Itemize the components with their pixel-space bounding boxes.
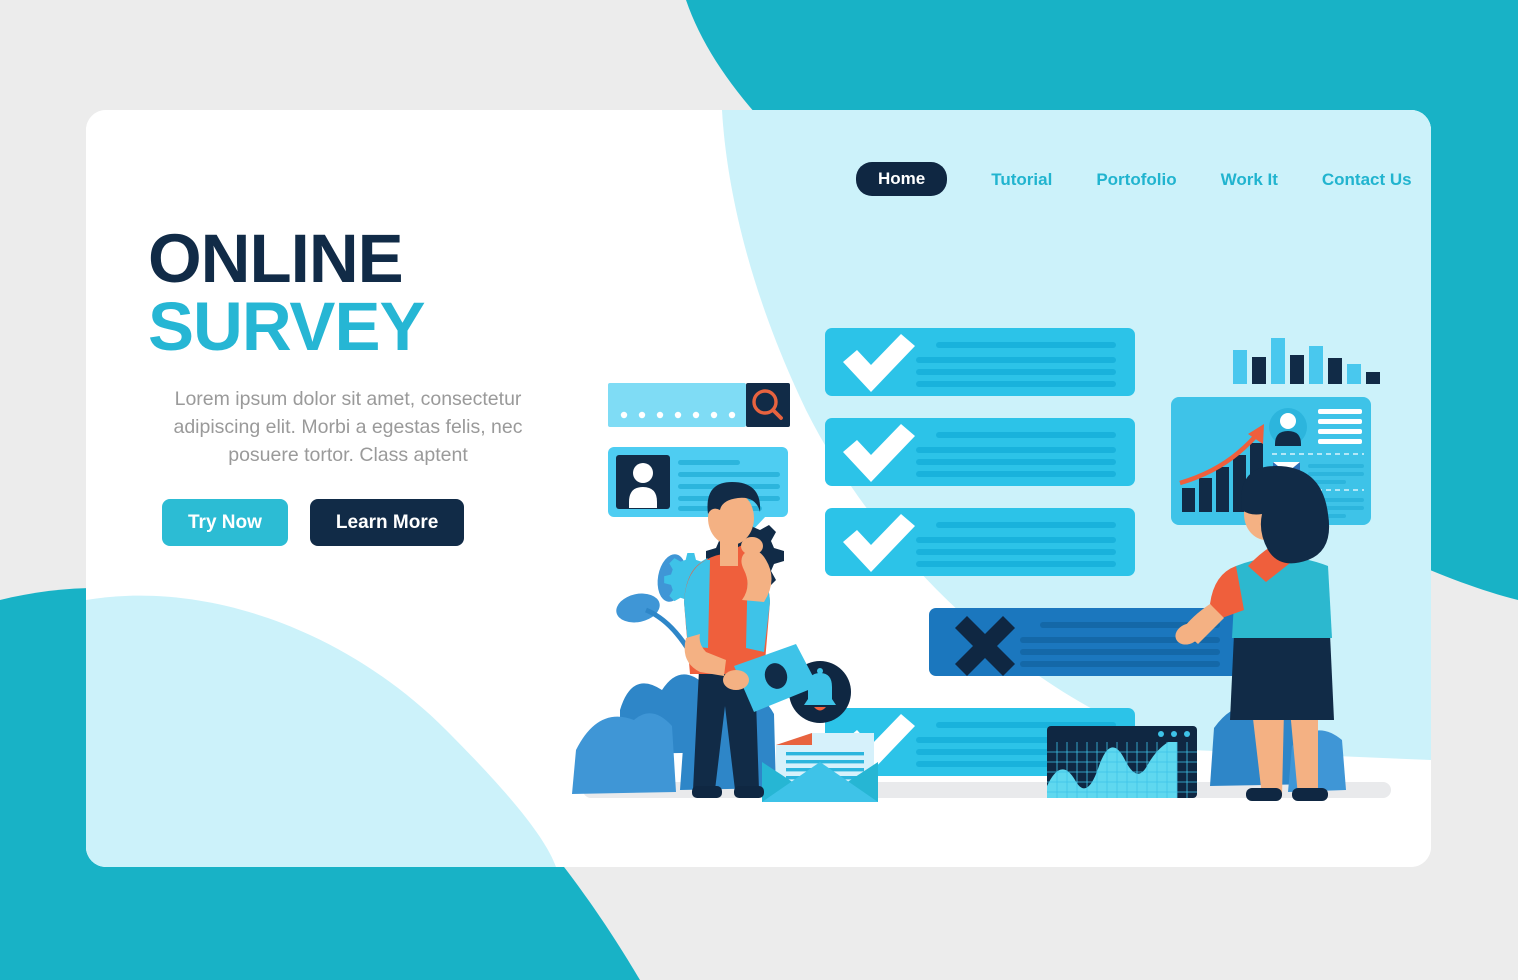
try-now-button[interactable]: Try Now [162, 499, 288, 547]
female-shoe-left [1246, 788, 1282, 801]
male-shoe-right [734, 786, 764, 798]
survey-card-check-3[interactable] [825, 508, 1135, 576]
nav-item-work-it[interactable]: Work It [1221, 171, 1278, 188]
document-corner [776, 733, 812, 745]
male-hand-left [723, 670, 749, 690]
nav-item-tutorial[interactable]: Tutorial [991, 171, 1052, 188]
learn-more-button[interactable]: Learn More [309, 499, 465, 547]
nav-item-home[interactable]: Home [856, 162, 948, 196]
hero-paragraph: Lorem ipsum dolor sit amet, consectetur … [173, 388, 523, 466]
page-title-line-1: ONLINE [148, 220, 404, 297]
dashboard-avatar [1269, 408, 1307, 446]
survey-card-check-2[interactable] [825, 418, 1135, 486]
page-root: Home Tutorial Portofolio Work It Contact… [0, 0, 1518, 980]
survey-card-check-1[interactable] [825, 328, 1135, 396]
main-navigation: Home Tutorial Portofolio Work It Contact… [856, 162, 1412, 196]
window-controls [1158, 731, 1190, 737]
hero-button-row: Try Now Learn More [148, 499, 568, 547]
female-shoe-right [1292, 788, 1328, 801]
nav-item-portofolio[interactable]: Portofolio [1096, 171, 1176, 188]
male-shoe-left [692, 786, 722, 798]
page-title-line-2: SURVEY [148, 287, 426, 365]
envelope-with-document [762, 733, 878, 802]
window-wave-area-chart [1047, 726, 1197, 798]
landing-card: Home Tutorial Portofolio Work It Contact… [86, 110, 1431, 867]
top-alternating-bar-chart [1233, 338, 1380, 384]
nav-item-contact-us[interactable]: Contact Us [1322, 171, 1412, 188]
search-button[interactable] [746, 383, 790, 427]
male-hand-right [741, 537, 763, 555]
search-input[interactable] [608, 383, 746, 427]
female-skirt [1230, 634, 1334, 720]
search-bar[interactable] [608, 383, 790, 427]
hero-section: ONLINE SURVEY Lorem ipsum dolor sit amet… [148, 220, 568, 547]
